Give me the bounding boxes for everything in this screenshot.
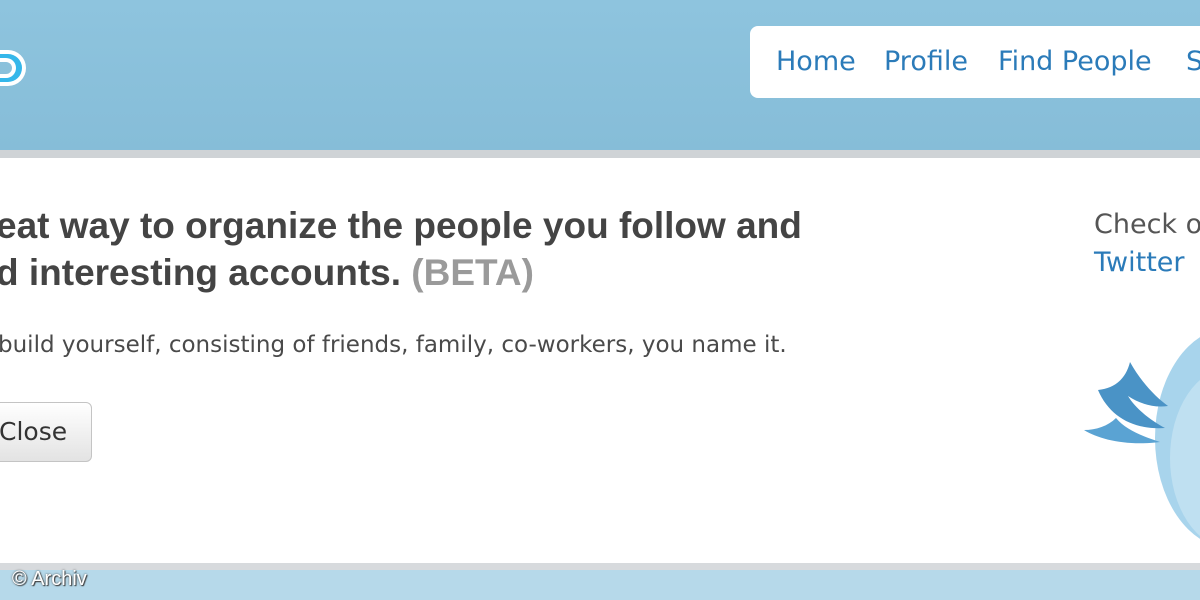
sidebar-twitter-link[interactable]: Twitter — [1094, 244, 1185, 281]
copyright-watermark: © Archiv — [12, 568, 87, 590]
headline-line-1: eat way to organize the people you follo… — [0, 205, 802, 246]
lists-intro-panel: eat way to organize the people you follo… — [0, 158, 1200, 563]
sidebar-text: Check o — [1094, 209, 1200, 240]
intro-headline: eat way to organize the people you follo… — [0, 202, 896, 296]
close-button[interactable]: Close — [0, 402, 92, 462]
intro-description: build yourself, consisting of friends, f… — [0, 332, 787, 358]
nav-find-people-link[interactable]: Find People — [998, 45, 1152, 79]
panel-bottom-edge — [0, 563, 1200, 570]
nav-home-link[interactable]: Home — [776, 45, 856, 79]
nav-profile-link[interactable]: Profile — [884, 45, 968, 79]
footer-band — [0, 570, 1200, 600]
twitter-bird-icon — [1084, 337, 1200, 539]
beta-label: (BETA) — [411, 252, 534, 293]
headline-line-2-text: d interesting accounts. — [0, 252, 402, 293]
twitter-logo[interactable] — [0, 38, 30, 98]
top-navigation: Home Profile Find People S — [750, 26, 1200, 98]
header-bar: Home Profile Find People S — [0, 0, 1200, 150]
header-divider — [0, 150, 1200, 158]
headline-line-2: d interesting accounts. (BETA) — [0, 249, 896, 296]
nav-settings-link[interactable]: S — [1186, 45, 1200, 79]
